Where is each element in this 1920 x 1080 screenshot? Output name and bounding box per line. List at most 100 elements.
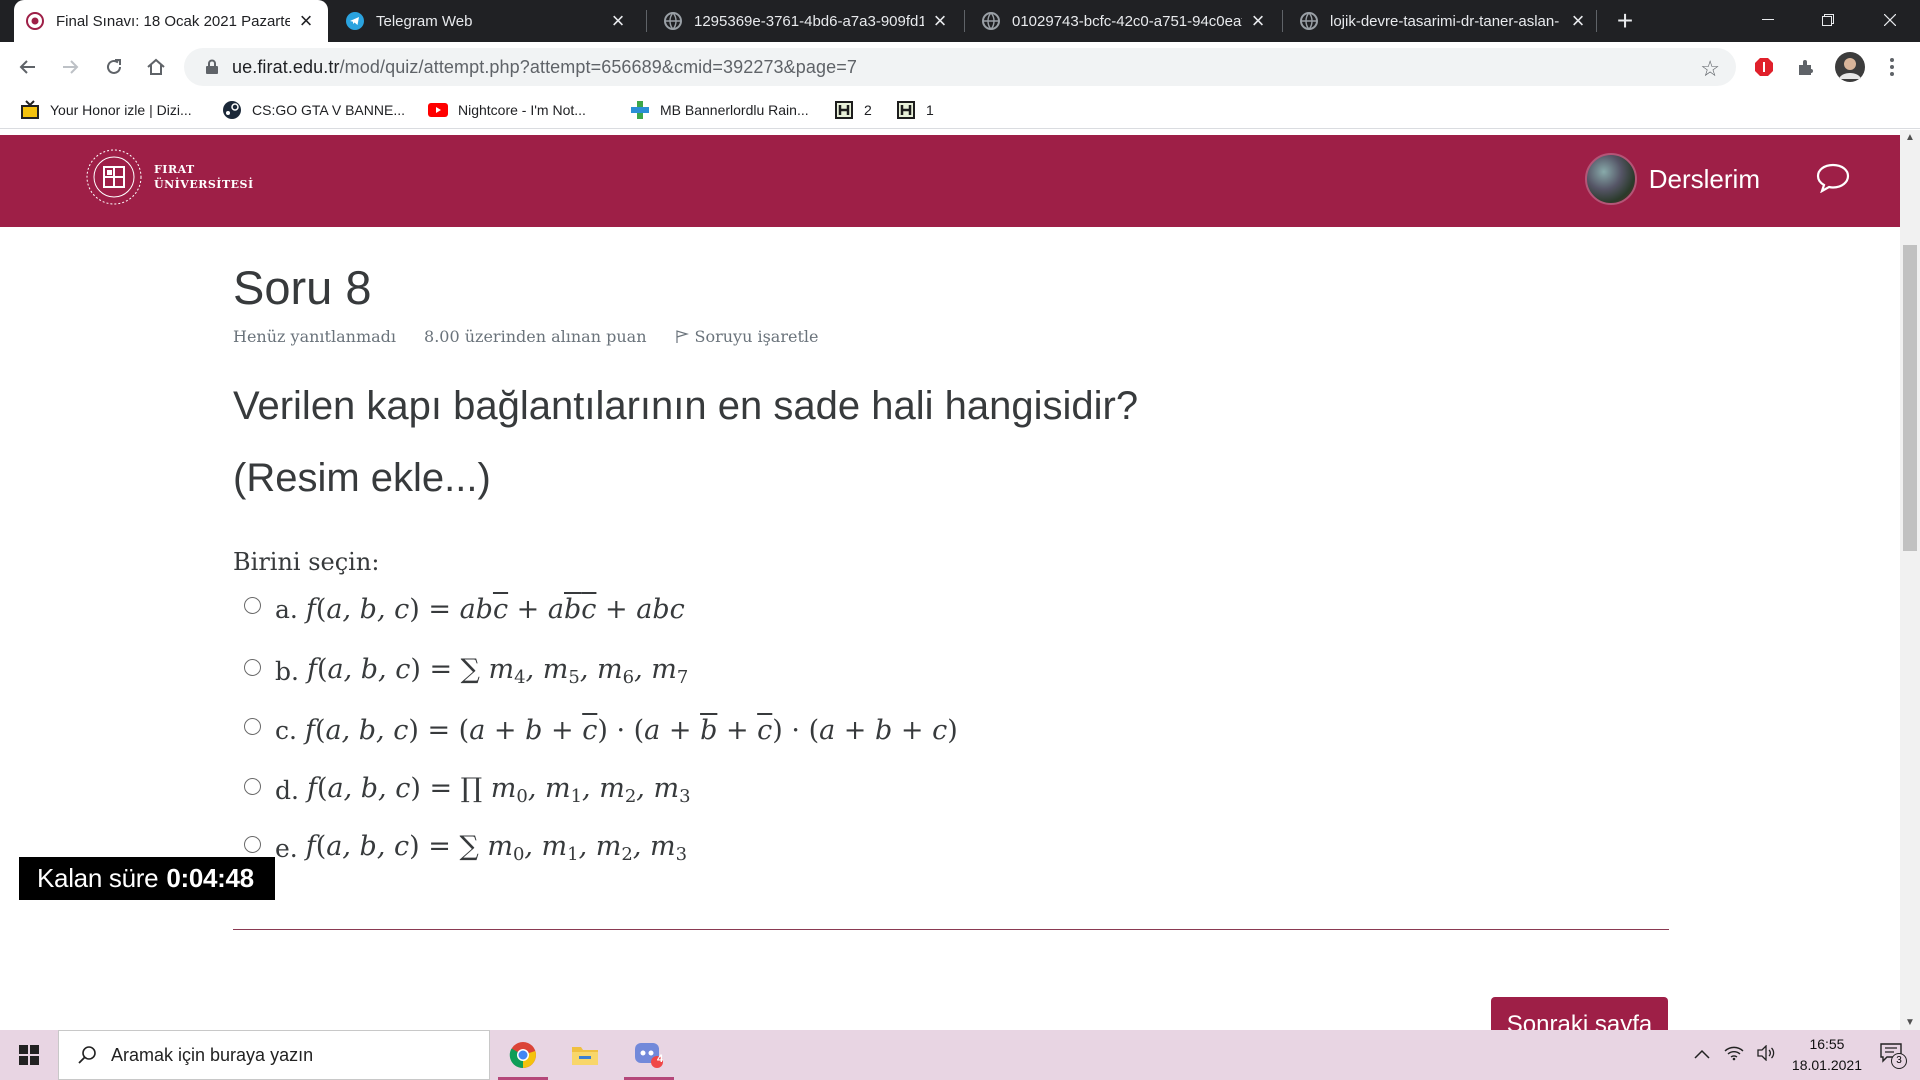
close-tab-icon[interactable]: × [1248, 8, 1268, 33]
close-tab-icon[interactable]: × [296, 8, 316, 33]
answer-option-a[interactable]: a. f(a, b, c) = abc + abc + abc [244, 589, 685, 629]
page-content: FIRAT ÜNİVERSİTESİ Derslerim Soru 8 Henü… [0, 130, 1900, 1030]
lock-icon[interactable] [192, 59, 232, 75]
taskbar-search-box[interactable]: Aramak için buraya yazın [58, 1030, 490, 1080]
radio-button[interactable] [244, 658, 261, 676]
taskbar-file-explorer[interactable] [556, 1030, 614, 1080]
bookmark-1[interactable]: 1 [896, 98, 934, 122]
page-scrollbar[interactable]: ▲ ▼ [1900, 130, 1920, 1030]
tab-pdf-1[interactable]: 1295369e-3761-4bd6-a7a3-909fd17 × [652, 0, 962, 42]
bookmark-label: CS:GO GTA V BANNE... [252, 102, 405, 118]
moodle-icon [26, 12, 44, 30]
volume-icon[interactable] [1756, 1043, 1776, 1066]
system-clock[interactable]: 16:55 18.01.2021 [1792, 1034, 1862, 1076]
bookmark-your-honor[interactable]: Your Honor izle | Dizi... [20, 98, 192, 122]
clock-date: 18.01.2021 [1791, 1057, 1862, 1073]
option-formula: f(a, b, c) = ∏ m0, m1, m2, m3 [306, 773, 691, 807]
tab-title: Telegram Web [376, 12, 473, 30]
scroll-up-arrow-icon[interactable]: ▲ [1905, 132, 1915, 143]
globe-icon [1300, 12, 1318, 30]
messages-icon[interactable] [1816, 163, 1850, 198]
flag-question-link[interactable]: Soruyu işaretle [675, 327, 847, 346]
telegram-icon [346, 12, 364, 30]
wifi-icon[interactable] [1724, 1045, 1744, 1066]
quiz-timer: Kalan süre 0:04:48 [19, 857, 275, 900]
scroll-down-arrow-icon[interactable]: ▼ [1905, 1017, 1915, 1028]
search-icon [78, 1046, 96, 1064]
restore-button[interactable] [1798, 0, 1858, 40]
url-path: /mod/quiz/attempt.php?attempt=656689&cmi… [339, 56, 857, 77]
chrome-icon [509, 1042, 536, 1069]
show-hidden-icons-chevron-icon[interactable] [1694, 1046, 1710, 1064]
tab-separator [646, 10, 647, 32]
university-name: FIRAT ÜNİVERSİTESİ [154, 162, 254, 192]
bookmarks-bar: Your Honor izle | Dizi... CS:GO GTA V BA… [0, 92, 1920, 129]
question-status: Henüz yanıtlanmadı [233, 327, 397, 346]
answer-option-d[interactable]: d. f(a, b, c) = ∏ m0, m1, m2, m3 [244, 770, 691, 810]
tab-separator [1596, 10, 1597, 32]
courses-link[interactable]: Derslerim [1649, 164, 1760, 195]
steam-icon [222, 100, 242, 120]
bookmark-mb-bannerlord[interactable]: MB Bannerlordlu Rain... [630, 98, 809, 122]
university-logo[interactable]: FIRAT ÜNİVERSİTESİ [84, 147, 254, 207]
question-text-line-2: (Resim ekle...) [233, 456, 491, 500]
system-tray: 16:55 18.01.2021 3 [1694, 1030, 1920, 1080]
radio-button[interactable] [244, 835, 261, 853]
tab-lojik-devre[interactable]: lojik-devre-tasarimi-dr-taner-aslan- × [1288, 0, 1600, 42]
tab-pdf-2[interactable]: 01029743-bcfc-42c0-a751-94c0eafd × [970, 0, 1280, 42]
reload-button[interactable] [98, 51, 130, 83]
close-tab-icon[interactable]: × [608, 8, 628, 33]
tab-title: 1295369e-3761-4bd6-a7a3-909fd17 [694, 12, 924, 30]
start-button[interactable] [0, 1030, 58, 1080]
bookmark-csgo[interactable]: CS:GO GTA V BANNE... [222, 98, 405, 122]
notification-badge: 4 [657, 1053, 664, 1065]
option-letter: e. [275, 833, 298, 863]
youtube-icon [428, 100, 448, 120]
bookmark-2[interactable]: 2 [834, 98, 872, 122]
close-tab-icon[interactable]: × [1568, 8, 1588, 33]
radio-button[interactable] [244, 717, 261, 735]
forward-button[interactable] [54, 51, 86, 83]
scrollbar-thumb[interactable] [1903, 245, 1917, 551]
user-avatar[interactable] [1584, 153, 1637, 205]
option-letter: b. [275, 656, 299, 686]
bookmark-star-icon[interactable]: ☆ [1700, 56, 1720, 82]
tab-telegram[interactable]: Telegram Web × [334, 0, 640, 42]
taskbar-discord[interactable]: 4 [620, 1030, 678, 1080]
url-text: ue.firat.edu.tr/mod/quiz/attempt.php?att… [232, 57, 857, 78]
user-menu[interactable]: Derslerim [1584, 153, 1760, 205]
chrome-menu-icon[interactable] [1876, 51, 1908, 83]
clock-time: 16:55 [1809, 1036, 1845, 1052]
profile-avatar[interactable] [1834, 51, 1866, 83]
radio-button[interactable] [244, 596, 261, 614]
option-formula: f(a, b, c) = (a + b + c) · (a + b + c) ·… [304, 714, 958, 746]
tab-separator [964, 10, 965, 32]
close-window-button[interactable] [1860, 0, 1920, 40]
action-center-icon[interactable]: 3 [1880, 1042, 1907, 1069]
radio-button[interactable] [244, 777, 261, 795]
answer-option-e[interactable]: e. f(a, b, c) = ∑ m0, m1, m2, m3 [244, 828, 687, 868]
option-letter: d. [275, 775, 299, 805]
answer-option-b[interactable]: b. f(a, b, c) = ∑ m4, m5, m6, m7 [244, 651, 688, 691]
minimize-button[interactable] [1738, 0, 1798, 40]
adblock-extension-icon[interactable] [1748, 51, 1780, 83]
address-bar[interactable]: ue.firat.edu.tr/mod/quiz/attempt.php?att… [184, 48, 1736, 86]
close-tab-icon[interactable]: × [930, 8, 950, 33]
logo-line-1: FIRAT [154, 163, 195, 176]
back-button[interactable] [12, 51, 44, 83]
next-page-button[interactable]: Sonraki sayfa [1491, 997, 1668, 1030]
site-header: FIRAT ÜNİVERSİTESİ Derslerim [0, 135, 1900, 227]
tab-final-sinavi[interactable]: Final Sınavı: 18 Ocak 2021 Pazartesi × [14, 0, 328, 42]
home-button[interactable] [140, 51, 172, 83]
taskbar-chrome[interactable] [494, 1030, 552, 1080]
globe-icon [982, 12, 1000, 30]
flag-icon [675, 329, 689, 343]
tab-title: Final Sınavı: 18 Ocak 2021 Pazartesi [56, 12, 290, 30]
answer-option-c[interactable]: c. f(a, b, c) = (a + b + c) · (a + b + c… [244, 710, 958, 750]
bookmark-label: 2 [864, 102, 872, 118]
option-letter: c. [275, 715, 297, 745]
option-formula: f(a, b, c) = ∑ m0, m1, m2, m3 [305, 831, 688, 865]
extensions-icon[interactable] [1790, 51, 1822, 83]
bookmark-nightcore[interactable]: Nightcore - I'm Not... [428, 98, 586, 122]
new-tab-button[interactable]: + [1610, 5, 1640, 36]
